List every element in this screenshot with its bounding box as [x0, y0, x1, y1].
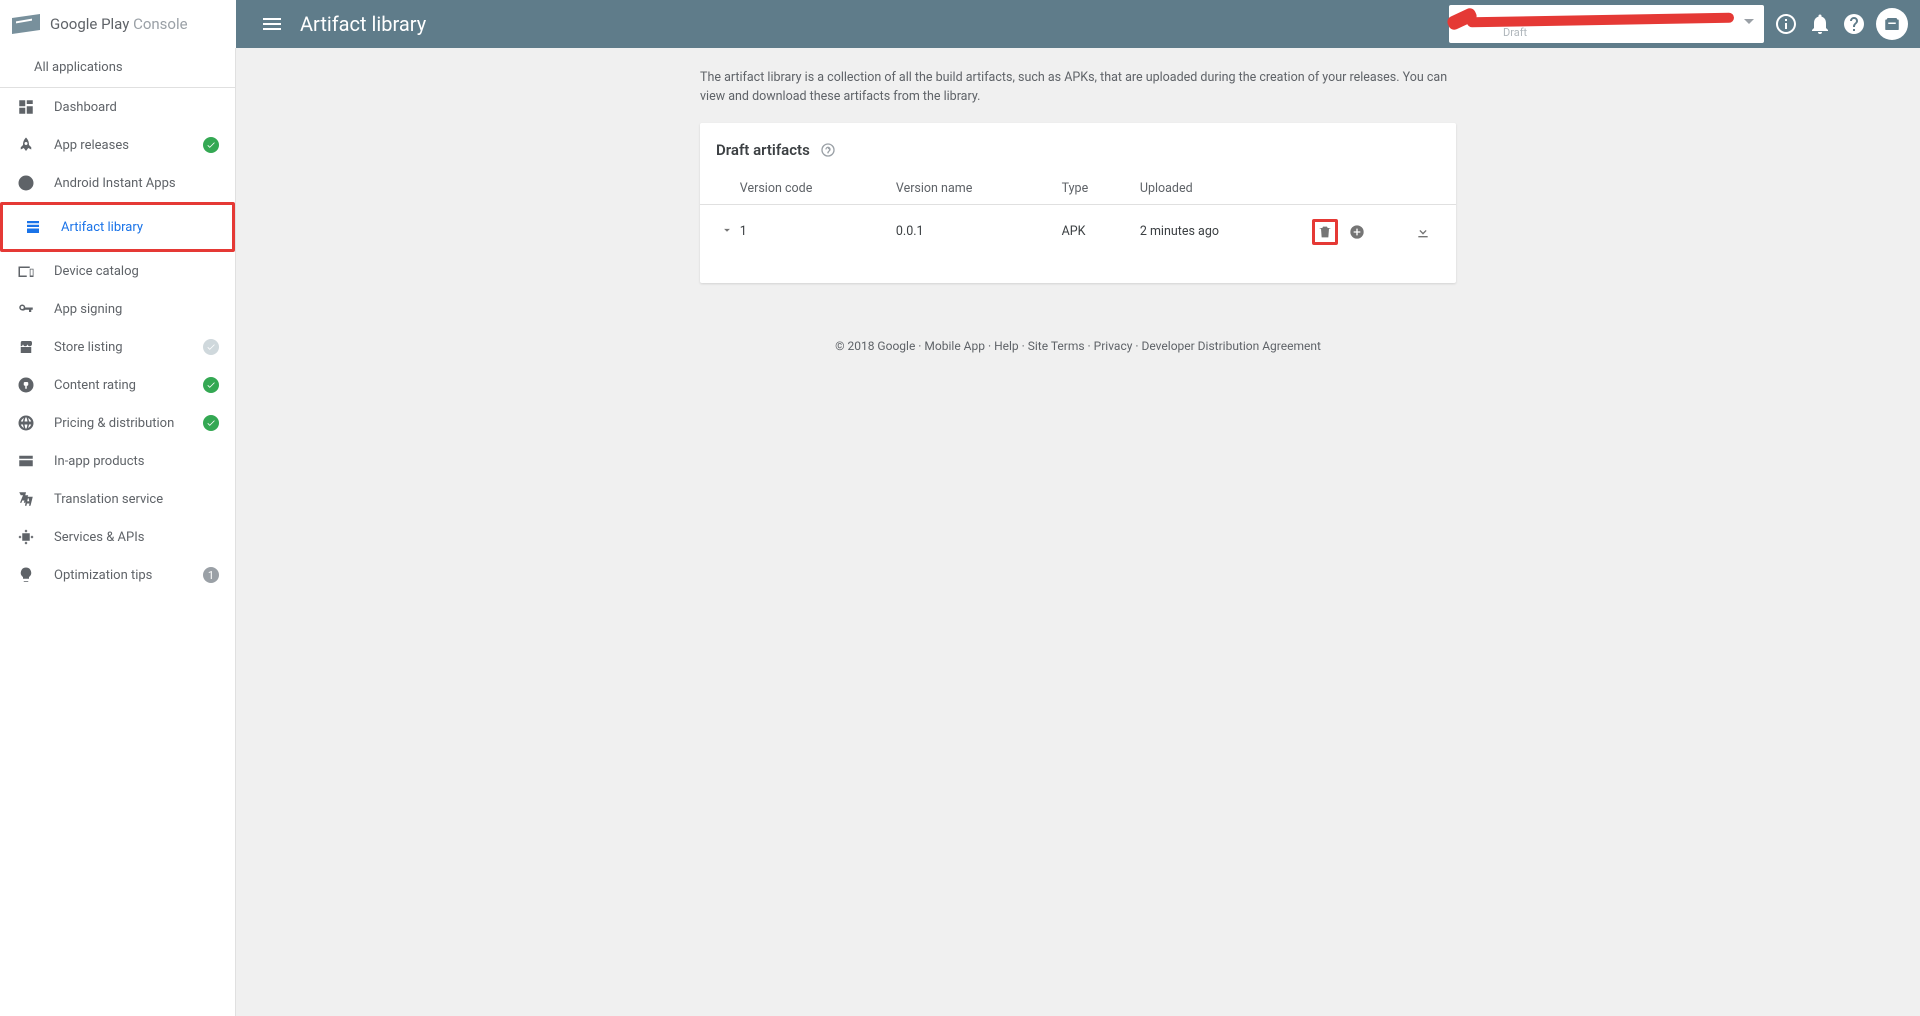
- sidebar-item-label: Services & APIs: [54, 530, 144, 545]
- sidebar-item-artifact-library[interactable]: Artifact library: [7, 208, 228, 246]
- rating-icon: [16, 375, 36, 395]
- brand-text: Google Play Console: [50, 15, 188, 33]
- col-version-code: Version code: [740, 173, 896, 205]
- help-tooltip-icon[interactable]: [820, 142, 836, 158]
- cell-version-code: 1: [740, 204, 896, 259]
- sidebar-item-label: Pricing & distribution: [54, 416, 174, 431]
- sidebar-item-android-instant-apps[interactable]: Android Instant Apps: [0, 164, 235, 202]
- sidebar-item-services-apis[interactable]: Services & APIs: [0, 518, 235, 556]
- status-muted-icon: [203, 339, 219, 355]
- sidebar-item-device-catalog[interactable]: Device catalog: [0, 252, 235, 290]
- footer-link-help[interactable]: Help: [994, 339, 1019, 353]
- play-console-icon: [12, 14, 40, 34]
- status-ok-icon: [203, 415, 219, 431]
- card-title: Draft artifacts: [716, 141, 810, 159]
- footer-link-developer-distribution-agreement[interactable]: Developer Distribution Agreement: [1142, 339, 1321, 353]
- chevron-down-icon: [1744, 19, 1754, 24]
- card-icon: [16, 451, 36, 471]
- status-ok-icon: [203, 137, 219, 153]
- help-icon[interactable]: [1842, 12, 1866, 36]
- intro-text: The artifact library is a collection of …: [700, 68, 1456, 107]
- app-status-label: Draft: [1503, 26, 1527, 39]
- sidebar-item-label: Store listing: [54, 340, 123, 355]
- brand-logo[interactable]: Google Play Console: [0, 0, 236, 48]
- store-icon: [16, 337, 36, 357]
- sidebar-item-pricing-distribution[interactable]: Pricing & distribution: [0, 404, 235, 442]
- notifications-icon[interactable]: [1808, 12, 1832, 36]
- footer-link-privacy[interactable]: Privacy: [1094, 339, 1133, 353]
- footer: © 2018 Google · Mobile App · Help · Site…: [700, 339, 1456, 353]
- sidebar-item-label: Dashboard: [54, 100, 117, 115]
- page-title: Artifact library: [300, 12, 426, 36]
- sidebar-item-dashboard[interactable]: Dashboard: [0, 88, 235, 126]
- api-icon: [16, 527, 36, 547]
- status-ok-icon: [203, 377, 219, 393]
- globe-icon: [16, 413, 36, 433]
- sidebar-item-label: App signing: [54, 302, 122, 317]
- sidebar-item-in-app-products[interactable]: In-app products: [0, 442, 235, 480]
- sidebar-item-store-listing[interactable]: Store listing: [0, 328, 235, 366]
- artifact-row: 10.0.1APK2 minutes ago: [700, 204, 1456, 259]
- sidebar-item-content-rating[interactable]: Content rating: [0, 366, 235, 404]
- info-icon[interactable]: [1774, 12, 1798, 36]
- add-artifact-button[interactable]: [1344, 219, 1370, 245]
- main-content: The artifact library is a collection of …: [236, 48, 1920, 1016]
- key-icon: [16, 299, 36, 319]
- back-all-applications[interactable]: All applications: [0, 48, 235, 88]
- sidebar-item-label: Translation service: [54, 492, 163, 507]
- expand-row-icon[interactable]: [720, 223, 734, 237]
- sidebar-item-label: Device catalog: [54, 264, 139, 279]
- rocket-icon: [16, 135, 36, 155]
- artifacts-table: Version code Version name Type Uploaded …: [700, 173, 1456, 259]
- dashboard-icon: [16, 97, 36, 117]
- sidebar-item-optimization-tips[interactable]: Optimization tips 1: [0, 556, 235, 594]
- bulb-icon: [16, 565, 36, 585]
- sidebar-item-label: Optimization tips: [54, 568, 152, 583]
- cell-version-name: 0.0.1: [896, 204, 1062, 259]
- download-artifact-button[interactable]: [1410, 219, 1436, 245]
- sidebar-item-translation-service[interactable]: Translation service: [0, 480, 235, 518]
- sidebar-item-label: Android Instant Apps: [54, 176, 176, 191]
- footer-link-site-terms[interactable]: Site Terms: [1028, 339, 1085, 353]
- footer-copyright: © 2018 Google: [835, 339, 915, 353]
- cell-uploaded: 2 minutes ago: [1140, 204, 1306, 259]
- col-type: Type: [1062, 173, 1140, 205]
- col-uploaded: Uploaded: [1140, 173, 1306, 205]
- sidebar-back-label: All applications: [34, 60, 123, 75]
- sidebar-item-label: Content rating: [54, 378, 136, 393]
- library-icon: [23, 217, 43, 237]
- account-avatar[interactable]: [1876, 8, 1908, 40]
- draft-artifacts-card: Draft artifacts Version code Version nam…: [700, 123, 1456, 283]
- bolt-icon: [16, 173, 36, 193]
- sidebar-item-label: In-app products: [54, 454, 144, 469]
- badge-count: 1: [203, 567, 219, 583]
- highlight-artifact-library: Artifact library: [0, 202, 235, 252]
- sidebar-item-label: Artifact library: [61, 220, 143, 235]
- sidebar-item-label: App releases: [54, 138, 129, 153]
- translate-icon: [16, 489, 36, 509]
- menu-toggle-icon[interactable]: [260, 12, 284, 36]
- redacted-app-name: [1457, 9, 1734, 29]
- devices-icon: [16, 261, 36, 281]
- sidebar-item-app-releases[interactable]: App releases: [0, 126, 235, 164]
- footer-link-mobile-app[interactable]: Mobile App: [924, 339, 985, 353]
- sidebar: All applications Dashboard App releases An…: [0, 48, 236, 1016]
- cell-type: APK: [1062, 204, 1140, 259]
- col-version-name: Version name: [896, 173, 1062, 205]
- delete-artifact-button[interactable]: [1312, 219, 1338, 245]
- app-selector[interactable]: Draft: [1449, 5, 1764, 43]
- app-bar: Google Play Console Artifact library Dra…: [0, 0, 1920, 48]
- sidebar-item-app-signing[interactable]: App signing: [0, 290, 235, 328]
